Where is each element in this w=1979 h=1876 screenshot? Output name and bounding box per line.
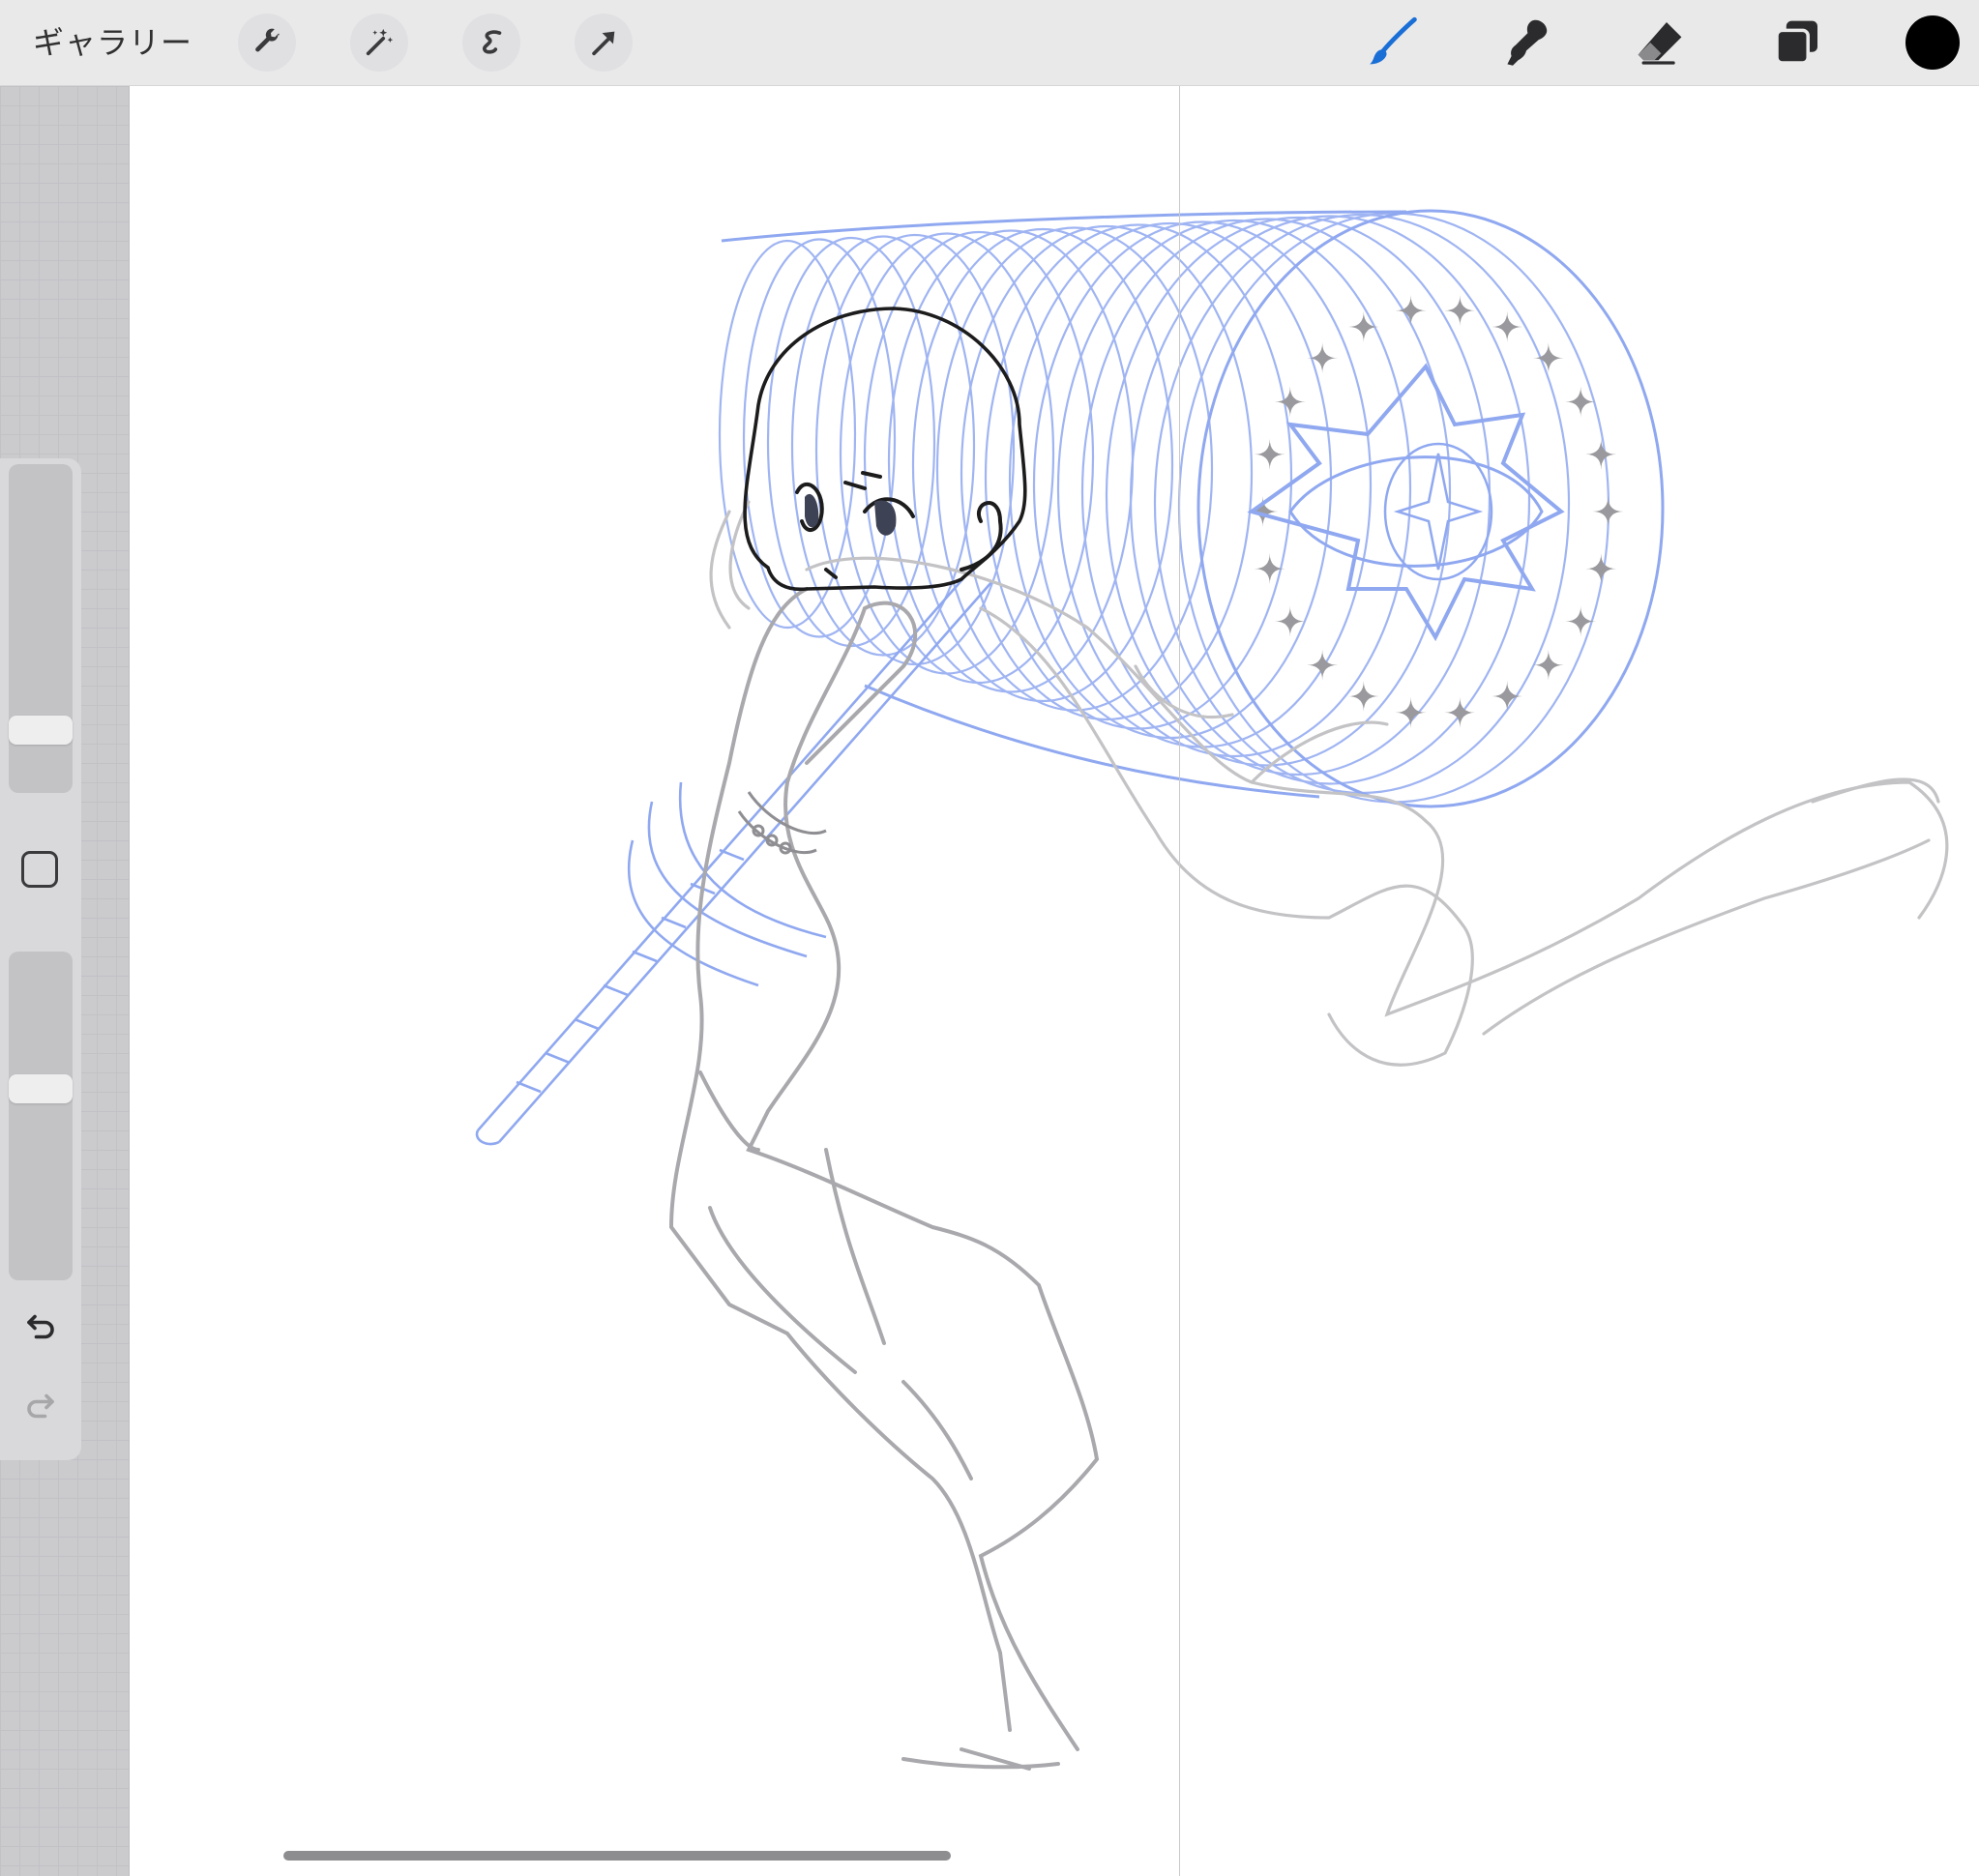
color-picker-swatch[interactable] [1905, 15, 1960, 70]
head-line-art [743, 307, 1027, 592]
bracelet-sketch [737, 791, 827, 855]
sketch-artwork [475, 209, 1949, 1771]
hammer-spike [1254, 438, 1285, 470]
hammer-ring [935, 226, 1214, 712]
sidebar [0, 458, 81, 1460]
wrench-icon [255, 28, 280, 52]
home-indicator [283, 1851, 951, 1861]
hammer-ring [790, 235, 976, 657]
undo-button[interactable] [17, 1304, 64, 1350]
hammer-spike [1592, 496, 1624, 527]
canvas-guide-line [1179, 86, 1180, 1876]
hammer-spike [1347, 310, 1379, 342]
eraser-button[interactable] [1629, 12, 1691, 73]
hammer-spike [1532, 342, 1564, 374]
smudge-button[interactable] [1495, 12, 1557, 73]
eraser-icon [1638, 22, 1682, 65]
redo-button[interactable] [17, 1383, 64, 1429]
hammer-guide-outline [721, 209, 1665, 808]
redo-icon [27, 1393, 54, 1419]
hammer-spike [1254, 553, 1285, 585]
brush-icon [1370, 16, 1417, 65]
hammer-guide-rings [718, 212, 1610, 804]
hammer-spike [1395, 295, 1427, 327]
hammer-spike [1585, 438, 1617, 470]
gallery-button[interactable]: ギャラリー [33, 19, 192, 66]
magic-wand-icon [366, 28, 394, 56]
hammer-ring [984, 223, 1293, 730]
hammer-spike [1492, 681, 1523, 713]
hammer-face-spikes [1247, 295, 1624, 728]
transform-button[interactable] [575, 14, 633, 72]
hammer-spike [1307, 649, 1339, 681]
hammer-ring [1056, 219, 1412, 758]
hammer-ring [1105, 216, 1492, 777]
hammer-spike [1565, 605, 1597, 637]
smudge-icon [1507, 19, 1548, 66]
eye-emblem [1247, 363, 1565, 642]
hammer-spike [1492, 310, 1523, 342]
brush-size-thumb[interactable] [9, 716, 73, 745]
brush-opacity-thumb[interactable] [9, 1074, 73, 1103]
hammer-ring [814, 233, 1016, 666]
hammer-spike [1585, 553, 1617, 585]
selection-button[interactable] [462, 14, 520, 72]
layers-button[interactable] [1766, 12, 1828, 73]
top-toolbar: ギャラリー [0, 0, 1979, 86]
hammer-spike [1395, 696, 1427, 728]
hammer-spike [1307, 342, 1339, 374]
brush-size-slider[interactable] [9, 464, 73, 793]
transform-arrow-icon [592, 31, 615, 56]
adjustments-wand-button[interactable] [350, 14, 408, 72]
selection-icon [483, 30, 502, 54]
paint-brush-button[interactable] [1362, 12, 1424, 73]
layers-icon [1775, 20, 1817, 65]
brush-opacity-slider[interactable] [9, 952, 73, 1280]
drawing-canvas[interactable] [130, 86, 1979, 1876]
actions-wrench-button[interactable] [238, 14, 296, 72]
hammer-spike [1274, 386, 1306, 418]
hammer-handle-guide [475, 569, 993, 1146]
rough-body-sketch [668, 587, 1100, 1771]
undo-icon [27, 1314, 54, 1339]
hammer-ring [1177, 212, 1610, 804]
modify-square-button[interactable] [21, 851, 58, 888]
